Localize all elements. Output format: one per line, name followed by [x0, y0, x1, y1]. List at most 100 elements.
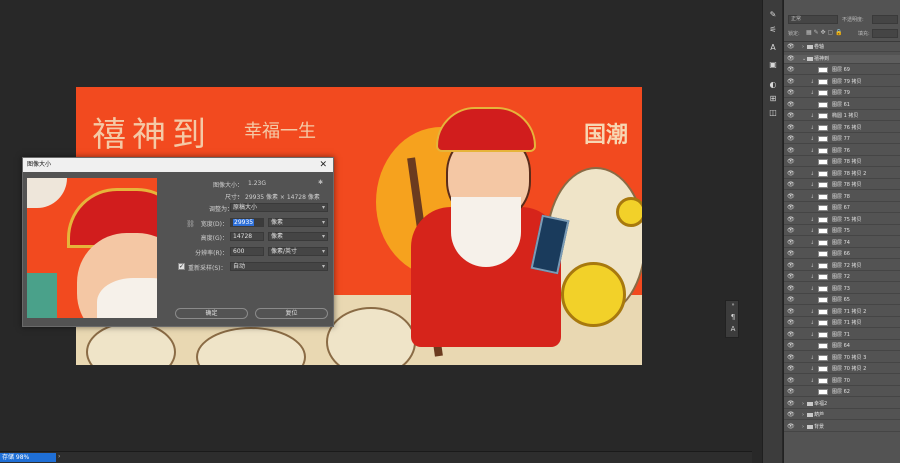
- visibility-eye-icon[interactable]: 👁: [787, 78, 795, 86]
- layer-name[interactable]: 椭圆 1 拷贝: [832, 112, 858, 120]
- layer-row[interactable]: 👁 ↓ 椭圆 1 拷贝: [784, 112, 900, 121]
- layer-name[interactable]: 图层 70 拷贝 3: [832, 354, 866, 362]
- layer-name[interactable]: 图层 66: [832, 250, 850, 258]
- zoom-readout[interactable]: 存储 98%: [0, 453, 56, 462]
- layer-name[interactable]: 图层 69: [832, 66, 850, 74]
- lock-icons[interactable]: ▦ ✎ ✥ ▢ 🔒: [806, 29, 843, 36]
- fill-input[interactable]: [872, 29, 898, 38]
- chevron-right-icon[interactable]: ›: [802, 400, 804, 408]
- visibility-eye-icon[interactable]: 👁: [787, 388, 795, 396]
- layer-thumbnail[interactable]: [818, 297, 828, 303]
- gear-icon[interactable]: ✱: [318, 179, 323, 186]
- layer-row[interactable]: 👁 ↓ 图层 78: [784, 193, 900, 202]
- visibility-eye-icon[interactable]: 👁: [787, 55, 795, 63]
- visibility-eye-icon[interactable]: 👁: [787, 319, 795, 327]
- layer-row[interactable]: 👁 ↓ 图层 74: [784, 239, 900, 248]
- visibility-eye-icon[interactable]: 👁: [787, 354, 795, 362]
- layer-row[interactable]: 👁 ↓ 图层 76 拷贝: [784, 124, 900, 133]
- layer-thumbnail[interactable]: [818, 320, 828, 326]
- visibility-eye-icon[interactable]: 👁: [787, 342, 795, 350]
- layer-name[interactable]: 图层 71: [832, 331, 850, 339]
- layer-name[interactable]: 图层 70: [832, 377, 850, 385]
- layer-name[interactable]: 图层 78: [832, 193, 850, 201]
- arrow-right-icon[interactable]: ›: [58, 453, 60, 460]
- layer-row[interactable]: 👁 ↓ 图层 78 拷贝: [784, 181, 900, 190]
- visibility-eye-icon[interactable]: 👁: [787, 193, 795, 201]
- chevron-down-icon[interactable]: ⌄: [802, 55, 806, 63]
- layer-name[interactable]: 图层 71 拷贝: [832, 319, 862, 327]
- layer-row[interactable]: 👁 ↓ 图层 71 拷贝: [784, 319, 900, 328]
- layer-name[interactable]: 图层 78 拷贝 2: [832, 170, 866, 178]
- layer-name[interactable]: 图层 79: [832, 89, 850, 97]
- layer-name[interactable]: 图层 79 拷贝: [832, 78, 862, 86]
- resample-checkbox[interactable]: ✓: [178, 263, 185, 270]
- character-icon[interactable]: A: [728, 325, 738, 335]
- resample-select[interactable]: 自动: [230, 262, 328, 271]
- blend-mode-select[interactable]: 正常: [788, 15, 838, 24]
- visibility-eye-icon[interactable]: 👁: [787, 273, 795, 281]
- layer-thumbnail[interactable]: [818, 78, 828, 85]
- layer-thumbnail[interactable]: [818, 193, 828, 200]
- chevron-right-icon[interactable]: ›: [802, 423, 804, 431]
- layer-name[interactable]: 图层 64: [832, 342, 850, 350]
- image-size-dialog[interactable]: 图像大小 ✕ 图像大小： 1.23G ✱ 尺寸： ⌄ 29935 像素 × 14…: [22, 157, 334, 327]
- visibility-eye-icon[interactable]: 👁: [787, 400, 795, 408]
- layer-name[interactable]: 禧神到: [814, 55, 829, 63]
- layer-thumbnail[interactable]: [818, 343, 828, 349]
- color-icon[interactable]: ◐: [767, 80, 779, 90]
- floating-palette[interactable]: » ¶ A: [725, 300, 739, 338]
- layer-row[interactable]: 👁 ↓ 图层 75 拷贝: [784, 216, 900, 225]
- layer-name[interactable]: 图层 70 拷贝 2: [832, 365, 866, 373]
- layer-thumbnail[interactable]: [818, 389, 828, 395]
- layer-name[interactable]: 图层 78 拷贝: [832, 181, 862, 189]
- visibility-eye-icon[interactable]: 👁: [787, 112, 795, 120]
- layer-name[interactable]: 图层 72 拷贝: [832, 262, 862, 270]
- visibility-eye-icon[interactable]: 👁: [787, 181, 795, 189]
- visibility-eye-icon[interactable]: 👁: [787, 89, 795, 97]
- layer-name[interactable]: 图层 71 拷贝 2: [832, 308, 866, 316]
- layer-name[interactable]: 图层 72: [832, 273, 850, 281]
- visibility-eye-icon[interactable]: 👁: [787, 411, 795, 419]
- layers-panel[interactable]: 正常 不透明度: 锁定: ▦ ✎ ✥ ▢ 🔒 填充: 👁 › 卷轴 👁 ⌄ 禧神到 👁 图层 …: [783, 0, 900, 463]
- layer-thumbnail[interactable]: [818, 354, 828, 361]
- layer-name[interactable]: 图层 67: [832, 204, 850, 212]
- visibility-eye-icon[interactable]: 👁: [787, 227, 795, 235]
- resolution-unit-select[interactable]: 像素/英寸: [268, 247, 328, 256]
- layer-thumbnail[interactable]: [818, 170, 828, 177]
- document-workspace[interactable]: 禧神到 幸福一生 国潮 图像大小 ✕ 图像大小： 1.23G ✱ 尺寸： ⌄ 2…: [0, 0, 752, 451]
- layer-name[interactable]: 图层 76: [832, 147, 850, 155]
- layer-row[interactable]: 👁 ↓ 图层 75: [784, 227, 900, 236]
- layer-group-row[interactable]: 👁 › 卷轴: [784, 43, 900, 52]
- opacity-input[interactable]: [872, 15, 898, 24]
- visibility-eye-icon[interactable]: 👁: [787, 170, 795, 178]
- layer-name[interactable]: 卷轴: [814, 43, 824, 51]
- visibility-eye-icon[interactable]: 👁: [787, 216, 795, 224]
- layer-thumbnail[interactable]: [818, 366, 828, 372]
- layer-row[interactable]: 👁 ↓ 图层 79: [784, 89, 900, 98]
- visibility-eye-icon[interactable]: 👁: [787, 377, 795, 385]
- layer-thumbnail[interactable]: [818, 285, 828, 292]
- layer-thumbnail[interactable]: [818, 90, 828, 96]
- layer-group-row[interactable]: 👁 › 背景: [784, 423, 900, 432]
- layer-row[interactable]: 👁 ↓ 图层 71: [784, 331, 900, 340]
- layer-row[interactable]: 👁 图层 66: [784, 250, 900, 259]
- layer-row[interactable]: 👁 图层 65: [784, 296, 900, 305]
- layer-row[interactable]: 👁 图层 69: [784, 66, 900, 75]
- layer-row[interactable]: 👁 ↓ 图层 71 拷贝 2: [784, 308, 900, 317]
- layer-thumbnail[interactable]: [818, 308, 828, 315]
- layer-group-row[interactable]: 👁 ⌄ 禧神到: [784, 54, 900, 64]
- height-unit-select[interactable]: 像素: [268, 232, 328, 241]
- width-unit-select[interactable]: 像素: [268, 218, 328, 227]
- visibility-eye-icon[interactable]: 👁: [787, 250, 795, 258]
- visibility-eye-icon[interactable]: 👁: [787, 262, 795, 270]
- layer-row[interactable]: 👁 ↓ 图层 79 拷贝: [784, 78, 900, 87]
- layer-thumbnail[interactable]: [818, 205, 828, 211]
- layer-thumbnail[interactable]: [818, 147, 828, 154]
- visibility-eye-icon[interactable]: 👁: [787, 331, 795, 339]
- visibility-eye-icon[interactable]: 👁: [787, 285, 795, 293]
- layer-thumbnail[interactable]: [818, 228, 828, 234]
- layer-row[interactable]: 👁 ↓ 图层 70: [784, 377, 900, 386]
- layer-thumbnail[interactable]: [818, 377, 828, 384]
- visibility-eye-icon[interactable]: 👁: [787, 296, 795, 304]
- layer-name[interactable]: 图层 62: [832, 388, 850, 396]
